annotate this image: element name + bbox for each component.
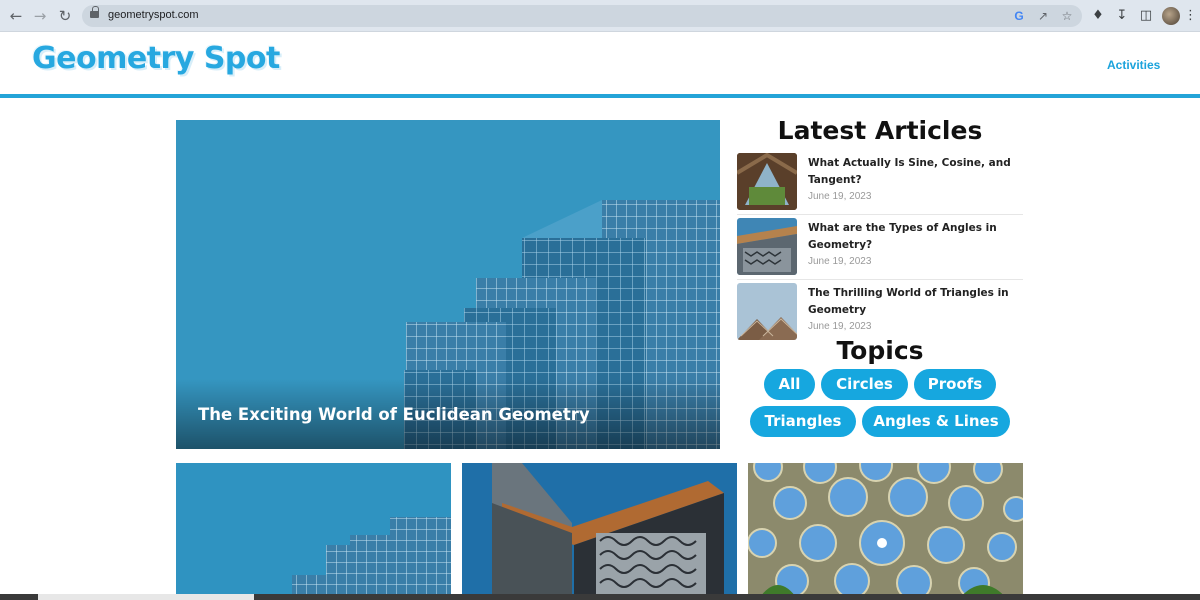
- article-thumbnail[interactable]: [737, 283, 797, 340]
- browser-toolbar: ← → ↻ geometryspot.com G ↗ ☆ ♦ ↧ ◫ ⋮: [0, 0, 1200, 32]
- site-logo[interactable]: Geometry Spot: [32, 41, 280, 76]
- hero-featured-post[interactable]: The Exciting World of Euclidean Geometry: [176, 120, 720, 449]
- post-card[interactable]: [462, 463, 737, 600]
- download-icon[interactable]: ↧: [1112, 6, 1132, 26]
- header-divider: [0, 94, 1200, 98]
- article-divider: [737, 214, 1023, 215]
- topic-pill-all[interactable]: All: [764, 369, 815, 400]
- forward-arrow-icon[interactable]: →: [30, 6, 50, 26]
- back-arrow-icon[interactable]: ←: [6, 6, 26, 26]
- latest-articles-heading: Latest Articles: [777, 116, 983, 145]
- topic-pill-triangles[interactable]: Triangles: [750, 406, 856, 437]
- address-bar[interactable]: geometryspot.com G ↗ ☆: [82, 5, 1082, 27]
- post-card-image: [176, 463, 451, 600]
- topic-pill-circles[interactable]: Circles: [821, 369, 908, 400]
- post-card-image: [748, 463, 1023, 600]
- extensions-icon[interactable]: ♦: [1088, 6, 1108, 26]
- topics-heading: Topics: [836, 336, 924, 365]
- side-panel-icon[interactable]: ◫: [1136, 6, 1156, 26]
- article-title[interactable]: The Thrilling World of Triangles in Geom…: [808, 285, 1018, 319]
- post-card[interactable]: [176, 463, 451, 600]
- article-date: June 19, 2023: [808, 321, 872, 332]
- article-thumbnail[interactable]: [737, 218, 797, 275]
- google-icon[interactable]: G: [1010, 7, 1028, 25]
- article-date: June 19, 2023: [808, 191, 872, 202]
- post-card[interactable]: [748, 463, 1023, 600]
- site-header: Geometry Spot Activities: [0, 33, 1200, 95]
- article-thumbnail[interactable]: [737, 153, 797, 210]
- taskbar-app[interactable]: [38, 594, 254, 600]
- article-date: June 19, 2023: [808, 256, 872, 267]
- article-title[interactable]: What are the Types of Angles in Geometry…: [808, 220, 1018, 254]
- url-text[interactable]: geometryspot.com: [108, 9, 198, 21]
- article-title[interactable]: What Actually Is Sine, Cosine, and Tange…: [808, 155, 1018, 189]
- reload-icon[interactable]: ↻: [55, 6, 75, 26]
- menu-dots-icon[interactable]: ⋮: [1184, 6, 1197, 26]
- article-divider: [737, 279, 1023, 280]
- article-item[interactable]: What are the Types of Angles in Geometry…: [737, 218, 1023, 280]
- article-item[interactable]: What Actually Is Sine, Cosine, and Tange…: [737, 153, 1023, 215]
- lock-icon[interactable]: [90, 6, 99, 21]
- star-icon[interactable]: ☆: [1058, 7, 1076, 25]
- os-taskbar: [0, 594, 1200, 600]
- profile-avatar[interactable]: [1162, 7, 1180, 25]
- topic-pill-angles-lines[interactable]: Angles & Lines: [862, 406, 1010, 437]
- share-icon[interactable]: ↗: [1034, 7, 1052, 25]
- post-card-image: [462, 463, 737, 600]
- nav-link-activities[interactable]: Activities: [1107, 58, 1160, 72]
- topic-pill-proofs[interactable]: Proofs: [914, 369, 996, 400]
- hero-title[interactable]: The Exciting World of Euclidean Geometry: [198, 405, 590, 424]
